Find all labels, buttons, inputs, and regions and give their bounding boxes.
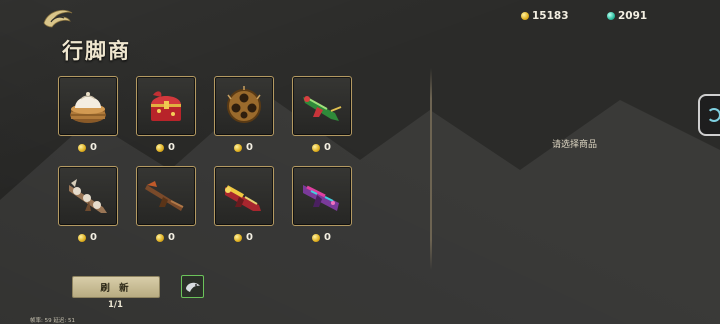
shop-item[interactable] [292, 166, 352, 226]
item-price: 0 [312, 232, 331, 243]
back-button[interactable] [42, 7, 76, 29]
coin-icon [312, 233, 320, 242]
refresh-count: 1/1 [108, 300, 123, 310]
coin-icon [78, 143, 86, 152]
silver-bird-icon [185, 282, 200, 292]
gem-icon [607, 12, 615, 20]
gem-balance: 2091 [607, 10, 647, 22]
purple-blaster-icon [303, 185, 339, 211]
item-price: 0 [234, 142, 253, 153]
panel-divider [430, 68, 432, 270]
shop-item[interactable] [136, 76, 196, 136]
coin-icon [312, 143, 320, 152]
shop-item[interactable] [214, 76, 274, 136]
coin-icon [156, 233, 164, 242]
coin-amount: 15183 [532, 10, 569, 22]
steamed-bun-basket-icon [70, 92, 106, 123]
gem-amount: 2091 [618, 10, 648, 22]
item-price: 0 [156, 232, 175, 243]
item-price: 0 [78, 142, 97, 153]
shop-item[interactable] [136, 166, 196, 226]
swirl-icon [707, 108, 720, 122]
refresh-item-slot[interactable] [181, 275, 204, 298]
side-tab-button[interactable] [698, 94, 720, 136]
item-price: 0 [234, 232, 253, 243]
select-item-hint: 请选择商品 [552, 140, 598, 150]
coin-icon [234, 143, 242, 152]
coin-icon [78, 233, 86, 242]
spiked-shell-icon [227, 86, 261, 123]
bronze-rifle-icon [145, 181, 184, 211]
shop-item[interactable] [58, 166, 118, 226]
swirl-back-icon [43, 9, 73, 28]
item-price: 0 [78, 232, 97, 243]
treasure-chest-icon [151, 91, 181, 121]
golden-launcher-icon [225, 185, 261, 211]
shop-item[interactable] [292, 76, 352, 136]
refresh-button[interactable]: 刷 新 [72, 276, 160, 298]
shop-item[interactable] [214, 166, 274, 226]
shop-item[interactable] [58, 76, 118, 136]
coin-balance: 15183 [521, 10, 569, 22]
green-dragon-gun-icon [303, 96, 342, 121]
bone-cannon-icon [69, 179, 107, 213]
page-title: 行脚商 [62, 38, 131, 63]
coin-icon [156, 143, 164, 152]
item-price: 0 [156, 142, 175, 153]
debug-stats: 帧率: 59 延迟: 51 [30, 318, 75, 324]
coin-icon [521, 12, 529, 20]
item-price: 0 [312, 142, 331, 153]
coin-icon [234, 233, 242, 242]
